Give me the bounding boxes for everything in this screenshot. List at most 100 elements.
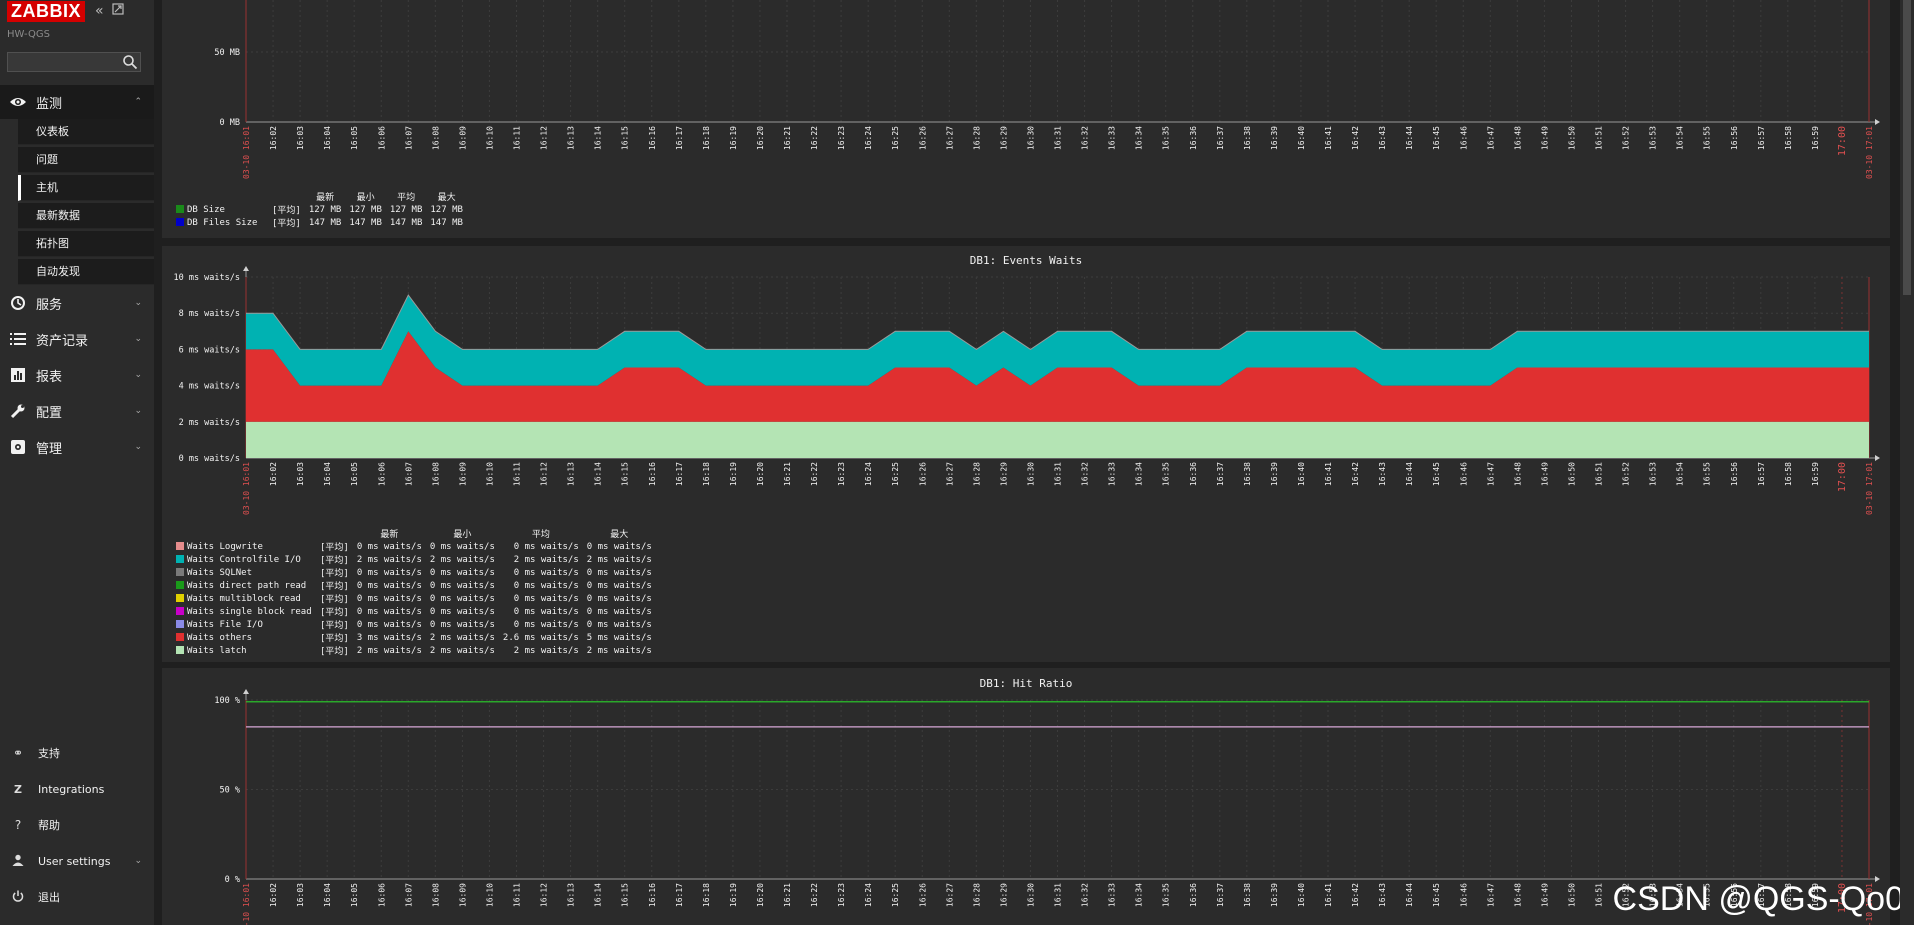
time-label: 16:23 (837, 462, 846, 486)
menu-monitoring[interactable]: 监测 ⌃ (0, 85, 154, 119)
time-label: 16:04 (323, 462, 332, 486)
submenu-problems[interactable]: 问题 (18, 147, 154, 173)
search-input[interactable] (8, 55, 124, 74)
time-label: 16:54 (1676, 462, 1685, 486)
time-label: 16:22 (810, 126, 819, 150)
legend-series-name: Waits SQLNet (187, 567, 253, 578)
time-label: 16:45 (1432, 126, 1441, 150)
legend-max: 147 MB (430, 217, 463, 228)
y-tick-label: 8 ms waits/s (179, 309, 240, 319)
time-label: 16:07 (404, 462, 413, 486)
legend-row: Waits single block read [平均] 0 ms waits/s 0… (172, 605, 656, 618)
legend-last: 127 MB (308, 204, 342, 215)
time-label: 16:13 (567, 462, 576, 486)
legend-avg: 0 ms waits/s (513, 593, 579, 604)
menu-reports[interactable]: 报表 ⌄ (0, 358, 154, 392)
y-tick-label: 6 ms waits/s (179, 345, 240, 355)
support-link[interactable]: ⚭ 支持 (0, 738, 154, 768)
time-label: 16:31 (1054, 126, 1063, 150)
legend-swatch (176, 567, 184, 576)
y-tick-label: 10 ms waits/s (173, 273, 240, 283)
power-icon (11, 890, 25, 905)
legend-last: 147 MB (308, 217, 342, 228)
menu-configuration[interactable]: 配置 ⌄ (0, 394, 154, 428)
time-label: 16:24 (864, 462, 873, 486)
legend-min: 2 ms waits/s (429, 645, 495, 656)
submenu-maps[interactable]: 拓扑图 (18, 231, 154, 257)
time-label: 16:20 (756, 126, 765, 150)
time-label: 16:49 (1540, 462, 1549, 486)
legend-last: 0 ms waits/s (356, 541, 422, 552)
legend-swatch (176, 619, 184, 628)
time-label: 16:12 (540, 462, 549, 486)
legend-swatch (176, 541, 184, 550)
time-label: 16:19 (729, 883, 738, 907)
legend-min: 147 MB (349, 217, 382, 228)
chevron-down-icon: ⌄ (134, 334, 142, 344)
time-label: 16:52 (1622, 126, 1631, 150)
question-icon: ? (14, 818, 22, 832)
time-label: 16:25 (891, 462, 900, 486)
time-label: 16:29 (999, 126, 1008, 150)
legend-func: [平均] (320, 569, 349, 579)
menu-label: 报表 (36, 369, 63, 385)
time-label: 16:17 (675, 883, 684, 907)
menu-services[interactable]: 服务 ⌄ (0, 286, 154, 320)
legend-min: 127 MB (349, 204, 382, 215)
menu-administration[interactable]: 管理 ⌄ (0, 430, 154, 464)
scrollbar-thumb[interactable] (1903, 0, 1911, 295)
time-label: 16:49 (1540, 126, 1549, 150)
legend-swatch (176, 204, 184, 213)
menu-label: 管理 (36, 441, 63, 457)
time-label: 16:34 (1135, 126, 1144, 150)
submenu-hosts[interactable]: 主机 (18, 175, 154, 201)
help-link[interactable]: ? 帮助 (0, 810, 154, 840)
legend-min: 2 ms waits/s (429, 554, 495, 565)
legend-header-avg: 平均 (397, 193, 416, 203)
time-label: 16:39 (1270, 883, 1279, 907)
time-label: 16:05 (350, 126, 359, 150)
legend-series-name: Waits others (187, 632, 253, 643)
watermark-text: CSDN @QGS-Qo0 (1612, 880, 1904, 918)
submenu-dashboard[interactable]: 仪表板 (18, 119, 154, 145)
user-settings-link[interactable]: User settings ⌄ (0, 846, 154, 876)
time-label-start: 03-10 16:01 (242, 462, 251, 515)
legend-max: 0 ms waits/s (586, 580, 652, 591)
time-label: 16:14 (594, 126, 603, 150)
time-label: 16:50 (1567, 883, 1576, 907)
y-tick-label: 50 MB (214, 48, 240, 58)
legend-swatch (176, 580, 184, 589)
legend-min: 0 ms waits/s (429, 567, 495, 578)
search-icon[interactable] (122, 54, 138, 70)
time-label: 16:03 (296, 126, 305, 150)
time-label: 16:38 (1243, 462, 1252, 486)
time-label: 16:07 (404, 126, 413, 150)
graph-events-waits: 10 ms waits/s 8 ms waits/s 6 ms waits/s 4 m… (173, 266, 1880, 515)
legend-row: Waits multiblock read [平均] 0 ms waits/s 0 m… (172, 592, 656, 605)
time-label: 16:22 (810, 883, 819, 907)
menu-label: 服务 (36, 297, 63, 313)
time-label: 16:29 (999, 883, 1008, 907)
collapse-sidebar-icon[interactable]: « (95, 3, 104, 19)
legend-header-last: 最新 (316, 193, 335, 203)
time-label: 16:26 (918, 883, 927, 907)
submenu-discovery[interactable]: 自动发现 (18, 259, 154, 285)
menu-inventory[interactable]: 资产记录 ⌄ (0, 322, 154, 356)
time-label: 16:10 (485, 883, 494, 907)
page-scrollbar[interactable] (1900, 0, 1914, 925)
time-label: 16:43 (1378, 462, 1387, 486)
integrations-link[interactable]: Z Integrations (0, 774, 154, 804)
submenu-latest-data[interactable]: 最新数据 (18, 203, 154, 229)
time-label: 16:51 (1595, 883, 1604, 907)
legend-series-name: Waits single block read (187, 606, 312, 617)
time-label: 16:13 (567, 883, 576, 907)
legend-min: 2 ms waits/s (429, 632, 495, 643)
time-label: 16:27 (945, 462, 954, 486)
legend-row: DB Files Size [平均] 147 MB 147 MB 147 MB … (172, 216, 467, 229)
time-label: 16:06 (377, 883, 386, 907)
kiosk-mode-icon[interactable] (111, 3, 124, 19)
time-label: 16:17 (675, 126, 684, 150)
time-label: 16:09 (458, 126, 467, 150)
zabbix-logo[interactable]: ZABBIX (7, 0, 85, 22)
sign-out-link[interactable]: 退出 (0, 882, 154, 912)
